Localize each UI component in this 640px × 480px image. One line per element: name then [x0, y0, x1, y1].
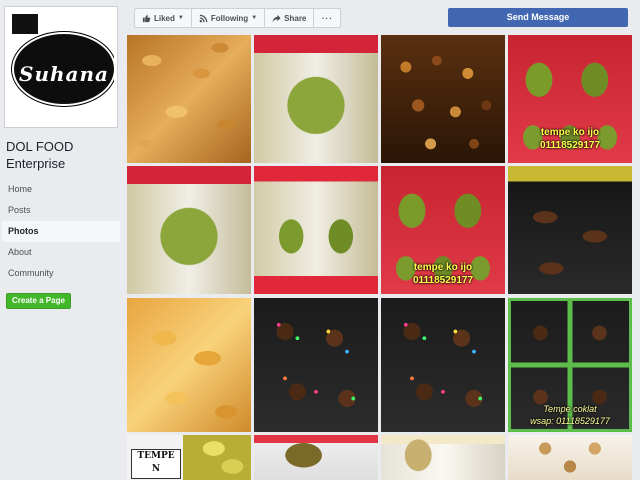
photo-caption: Tempe coklat [543, 404, 597, 414]
photo-tile[interactable] [508, 435, 632, 480]
create-page-button[interactable]: Create a Page [6, 293, 71, 309]
logo-text: Suhana [19, 62, 109, 86]
photo-tile[interactable] [254, 298, 378, 432]
action-button-group: Liked ▼ Following ▼ Share ··· [134, 8, 342, 28]
photo-caption: 01118529177 [539, 140, 601, 151]
share-button[interactable]: Share [265, 9, 315, 27]
thumbs-up-icon [142, 14, 151, 22]
chevron-down-icon: ▼ [177, 15, 184, 21]
page-name-line2: Enterprise [6, 156, 66, 171]
nav-item-about[interactable]: About [0, 242, 120, 263]
chevron-down-icon: ▼ [251, 15, 258, 21]
page-name-line1: DOL FOOD [6, 139, 74, 154]
more-options-button[interactable]: ··· [314, 9, 340, 27]
send-message-button[interactable]: Send Message [448, 8, 628, 27]
following-button[interactable]: Following ▼ [192, 9, 266, 27]
photo-tile[interactable] [127, 166, 251, 294]
page-name[interactable]: DOL FOOD Enterprise [6, 138, 122, 172]
photo-tile[interactable] [508, 166, 632, 294]
photo-caption: wsap: 01118529177 [530, 416, 610, 426]
share-arrow-icon [272, 14, 281, 22]
photo-tile[interactable] [254, 166, 378, 294]
rss-icon [199, 14, 208, 22]
photo-caption: tempe ko ijo [540, 127, 600, 138]
photo-caption: TEMPE N [131, 449, 181, 479]
liked-label: Liked [154, 13, 175, 23]
nav-item-community[interactable]: Community [0, 263, 120, 284]
photo-tile[interactable] [254, 435, 378, 480]
nav-item-photos[interactable]: Photos [2, 221, 120, 242]
photo-tile[interactable]: tempe ko ijo 01118529177 [381, 166, 505, 294]
nav-item-posts[interactable]: Posts [0, 200, 120, 221]
page-nav: Home Posts Photos About Community [0, 179, 120, 284]
photo-caption: tempe ko ijo [413, 262, 473, 273]
photo-tile[interactable] [127, 298, 251, 432]
photo-tile[interactable]: TEMPE N [127, 435, 251, 480]
photo-caption: 01118529177 [412, 275, 474, 286]
left-column: Suhana DOL FOOD Enterprise Home Posts Ph… [0, 0, 126, 480]
page-action-bar: Liked ▼ Following ▼ Share ··· Send Messa… [127, 0, 640, 34]
logo-corner-mark [12, 14, 38, 34]
profile-picture[interactable]: Suhana [4, 6, 118, 128]
photo-tile[interactable]: Tempe coklat wsap: 01118529177 [508, 298, 632, 432]
following-label: Following [210, 13, 249, 23]
share-label: Share [284, 13, 307, 23]
nav-item-home[interactable]: Home [0, 179, 120, 200]
liked-button[interactable]: Liked ▼ [135, 9, 192, 27]
photo-tile[interactable] [254, 35, 378, 163]
photo-tile[interactable] [381, 298, 505, 432]
photo-tile[interactable]: tempe ko ijo 01118529177 [508, 35, 632, 163]
logo-image: Suhana [8, 10, 114, 124]
photo-grid: tempe ko ijo 01118529177 tempe ko ijo 01… [127, 35, 640, 480]
photo-tile[interactable] [381, 435, 505, 480]
photo-tile[interactable] [127, 35, 251, 163]
photo-tile[interactable] [381, 35, 505, 163]
more-label: ··· [321, 13, 333, 23]
